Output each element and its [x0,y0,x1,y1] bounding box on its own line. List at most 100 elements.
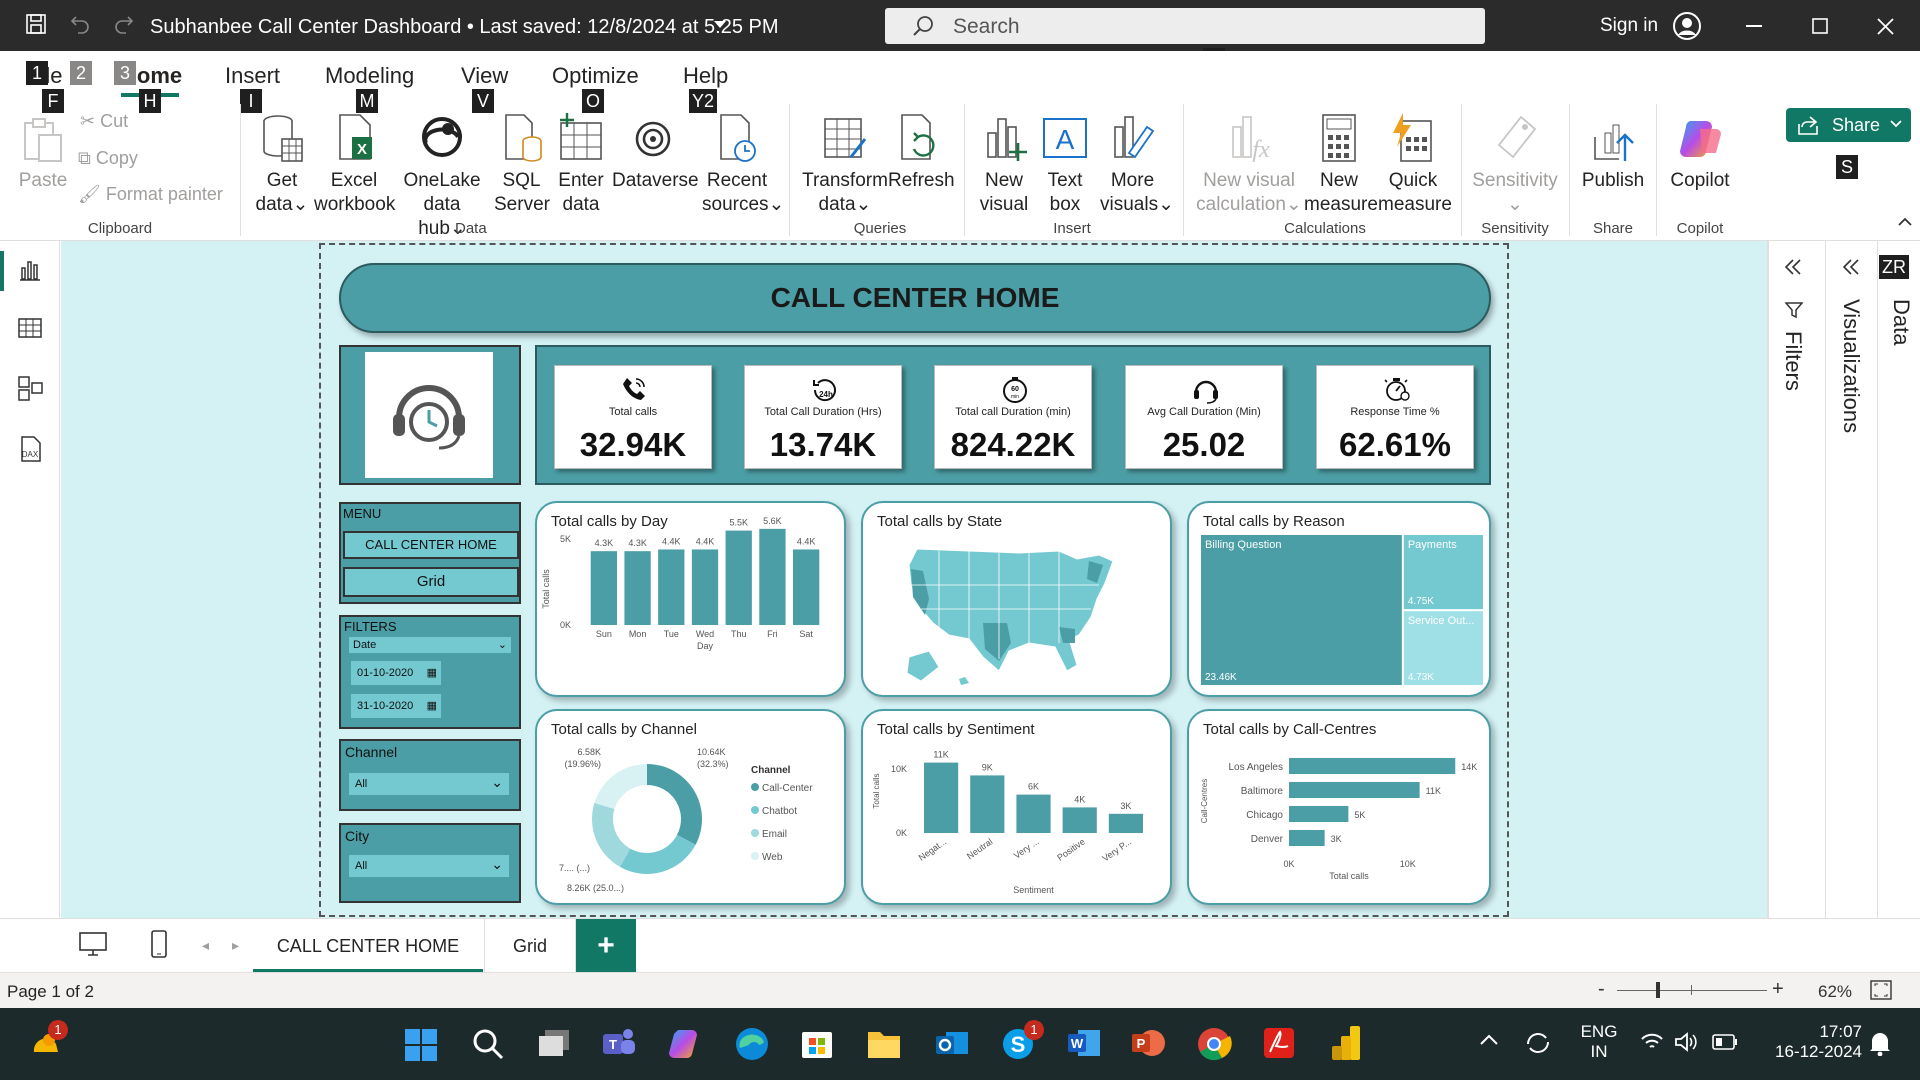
date-field-dropdown[interactable]: Date ⌄ [349,637,511,653]
start-date-input[interactable]: 01-10-2020 ▦ [351,661,441,685]
collapse-ribbon-icon[interactable] [1898,217,1912,227]
next-page-icon[interactable]: ▸ [232,937,239,954]
menu-optimize[interactable]: Optimize [552,63,639,89]
collapse-visualizations-icon[interactable] [1842,259,1860,275]
teams-icon[interactable]: T [601,1026,637,1060]
zoom-slider-thumb[interactable] [1656,982,1660,998]
calls-by-reason-card[interactable]: Total calls by Reason Billing Question 23… [1187,501,1491,697]
zoom-in-icon[interactable]: + [1772,978,1784,1001]
filters-pane-tab[interactable]: Filters [1780,331,1806,391]
start-icon[interactable] [404,1028,438,1062]
zoom-level[interactable]: 62% [1818,982,1852,1002]
search-taskbar-icon[interactable] [472,1028,504,1060]
title-dropdown-icon[interactable] [713,20,727,30]
excel-workbook-button[interactable]: X Excel workbook [314,113,395,217]
visualizations-pane-tab[interactable]: Visualizations [1838,299,1864,433]
sign-in-link[interactable]: Sign in [1600,15,1658,37]
new-visual-calculation-button[interactable]: fx New visual calculation⌄ [1194,113,1304,217]
get-data-button[interactable]: Get data⌄ [252,113,312,217]
format-painter-button[interactable]: 🖌 Format painter [78,184,223,205]
kpi-avg-duration[interactable]: Avg Call Duration (Min) 25.02 [1125,365,1283,469]
sensitivity-button[interactable]: Sensitivity ⌄ [1470,113,1560,217]
tab-grid[interactable]: Grid [484,919,576,973]
minimize-icon[interactable] [1746,25,1762,27]
new-visual-button[interactable]: New visual [974,113,1034,217]
end-date-input[interactable]: 31-10-2020 ▦ [351,694,441,718]
zoom-slider[interactable] [1617,990,1767,991]
chrome-icon[interactable] [1196,1026,1232,1062]
kpi-total-duration-hrs[interactable]: 24h Total Call Duration (Hrs) 13.74K [744,365,902,469]
notifications-bell-icon[interactable] [1868,1030,1892,1056]
data-pane-tab[interactable]: Data [1888,299,1914,345]
prev-page-icon[interactable]: ◂ [202,937,209,954]
powerpoint-icon[interactable]: P [1130,1026,1166,1060]
zoom-out-icon[interactable]: - [1598,978,1605,1001]
task-view-icon[interactable] [537,1028,571,1060]
save-icon[interactable] [24,12,48,36]
new-measure-button[interactable]: New measure [1304,113,1378,217]
volume-icon[interactable] [1674,1032,1698,1052]
text-box-button[interactable]: A Text box [1040,113,1090,217]
share-button[interactable]: Share [1786,108,1911,142]
edge-icon[interactable] [734,1026,770,1062]
mobile-layout-icon[interactable] [150,929,168,959]
battery-icon[interactable] [1712,1034,1738,1050]
calls-by-channel-card[interactable]: Total calls by Channel 10.64K (32.3%) 8.26… [535,709,846,905]
transform-data-button[interactable]: Transform data⌄ [800,113,890,217]
maximize-icon[interactable] [1812,18,1828,34]
enter-data-button[interactable]: Enter data [555,113,607,217]
model-view-icon[interactable] [18,375,44,401]
menu-help[interactable]: Help [683,63,728,89]
tab-call-center-home[interactable]: CALL CENTER HOME [253,919,483,973]
nav-grid-button[interactable]: Grid [343,567,519,597]
sql-server-button[interactable]: SQL Server [494,113,550,217]
copilot-button[interactable]: Copilot [1664,113,1736,193]
add-page-button[interactable]: + [576,919,636,973]
clock[interactable]: 17:07 16-12-2024 [1762,1022,1862,1062]
dataverse-button[interactable]: Dataverse [612,113,699,193]
menu-modeling[interactable]: Modeling [325,63,414,89]
recent-sources-button[interactable]: Recent sources⌄ [702,113,784,217]
dax-query-view-icon[interactable]: DAX [16,435,44,463]
store-icon[interactable] [800,1026,834,1060]
paste-button[interactable]: Paste [18,117,68,193]
copilot-taskbar-icon[interactable] [668,1026,704,1060]
calls-by-sentiment-card[interactable]: Total calls by Sentiment Total calls 0K 10… [861,709,1172,905]
word-icon[interactable]: W [1066,1026,1102,1060]
refresh-button[interactable]: Refresh [888,113,955,193]
outlook-icon[interactable] [934,1026,970,1060]
cut-button[interactable]: ✂ Cut [80,111,128,132]
collapse-filters-icon[interactable] [1784,259,1802,275]
acrobat-icon[interactable] [1262,1026,1296,1060]
wifi-icon[interactable] [1640,1032,1664,1052]
show-hidden-icons[interactable] [1480,1034,1498,1046]
kpi-response-time[interactable]: Response Time % 62.61% [1316,365,1474,469]
menu-insert[interactable]: Insert [225,63,280,89]
calls-by-day-card[interactable]: Total calls by Day Total calls 0K 5K 4.3K Su… [535,501,846,697]
redo-icon[interactable] [112,12,136,36]
nav-home-button[interactable]: CALL CENTER HOME [343,531,519,559]
city-dropdown[interactable]: All ⌄ [349,855,509,877]
publish-button[interactable]: Publish [1578,113,1648,193]
table-view-icon[interactable] [18,316,42,340]
calls-by-centre-card[interactable]: Total calls by Call-Centres Call-Centres… [1187,709,1491,905]
sync-icon[interactable] [1524,1030,1552,1056]
desktop-layout-icon[interactable] [78,931,108,957]
language-indicator[interactable]: ENG IN [1580,1022,1618,1062]
power-bi-icon[interactable] [1330,1024,1362,1062]
quick-measure-button[interactable]: Quick measure [1378,113,1452,217]
copy-button[interactable]: ⧉ Copy [78,148,138,169]
calls-by-state-card[interactable]: Total calls by State [861,501,1172,697]
undo-icon[interactable] [68,12,92,36]
close-icon[interactable] [1877,18,1894,35]
search-input[interactable]: Search [885,8,1485,44]
channel-dropdown[interactable]: All ⌄ [349,773,509,795]
more-visuals-button[interactable]: More visuals⌄ [1100,113,1174,217]
kpi-total-calls[interactable]: Total calls 32.94K [554,365,712,469]
file-explorer-icon[interactable] [866,1028,902,1060]
kpi-total-duration-min[interactable]: 60 min Total call Duration (min) 824.22K [934,365,1092,469]
report-view-icon[interactable] [18,258,42,282]
menu-view[interactable]: View [461,63,508,89]
account-icon[interactable] [1672,11,1702,41]
fit-to-page-icon[interactable] [1870,980,1892,1000]
